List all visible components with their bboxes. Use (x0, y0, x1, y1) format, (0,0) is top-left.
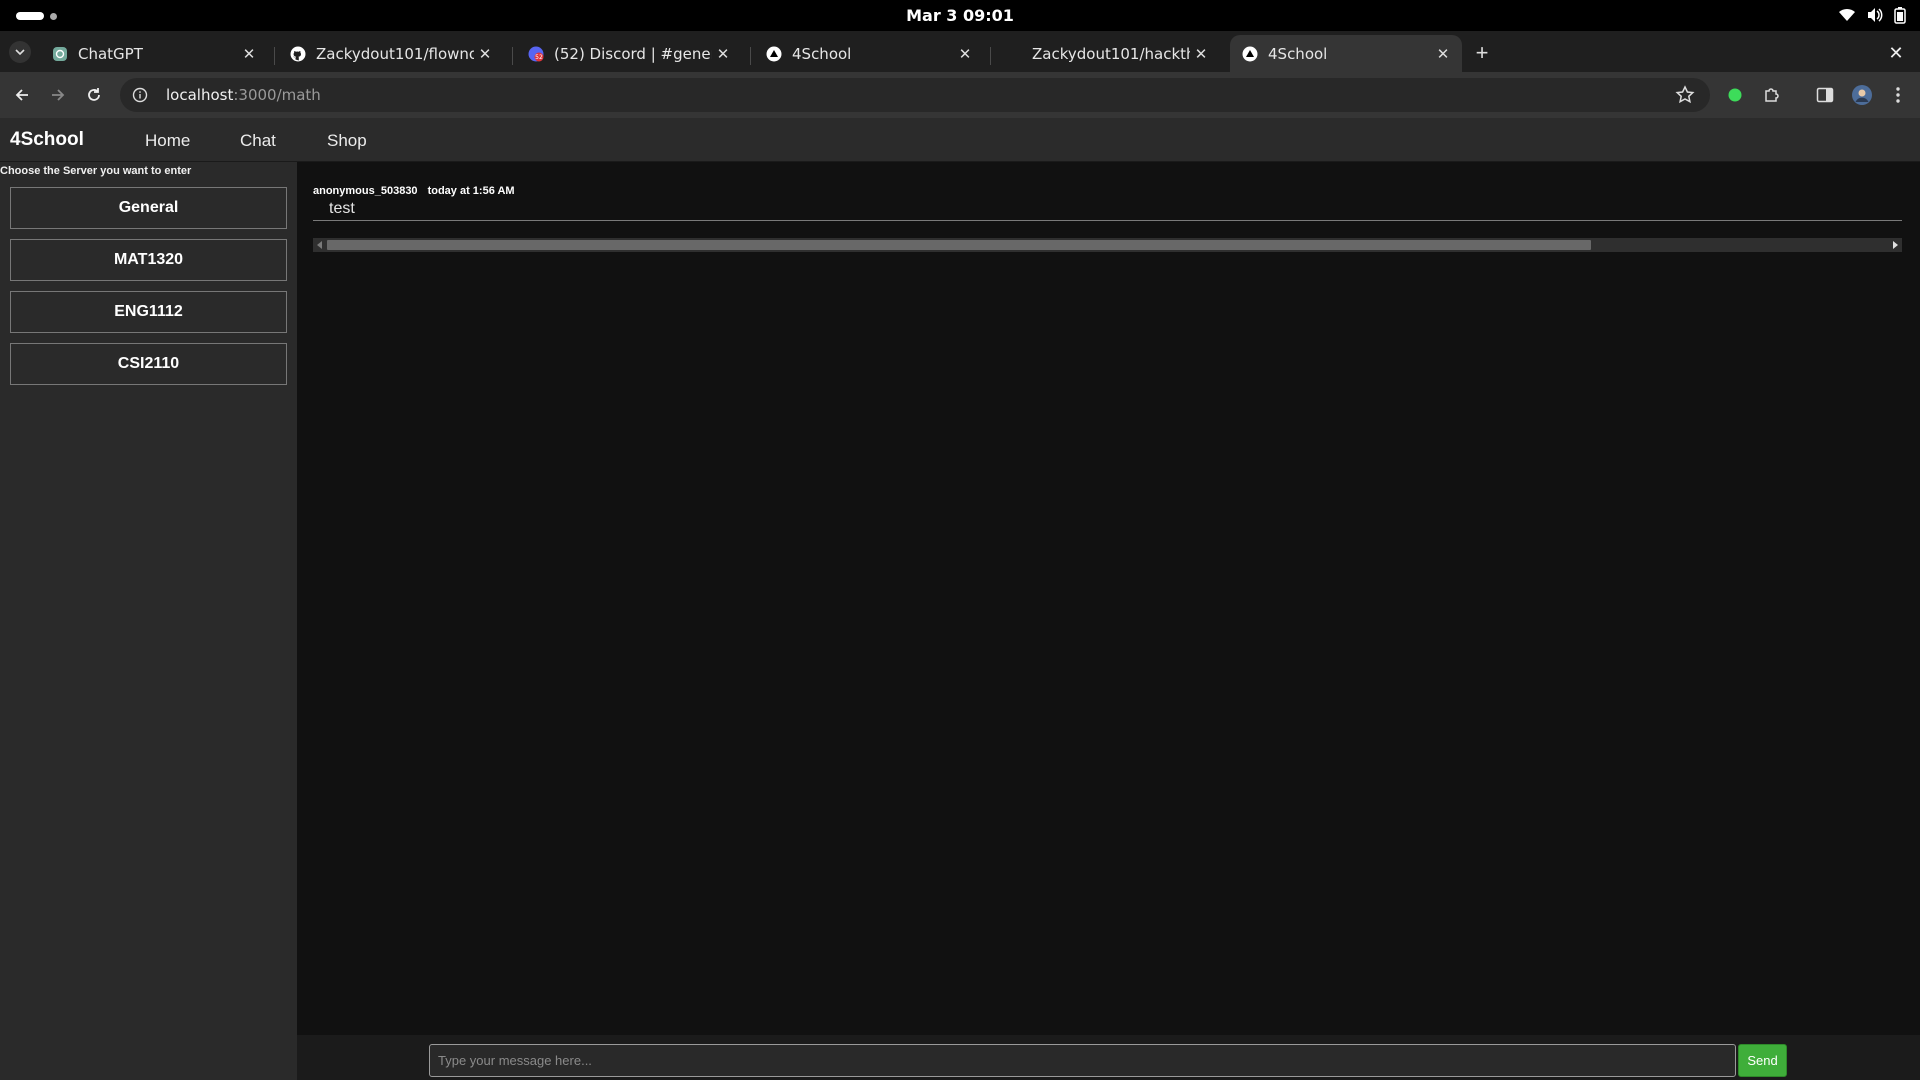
plus-icon: + (1475, 40, 1489, 65)
close-icon[interactable]: ✕ (238, 43, 260, 65)
browser-tab-4school-active[interactable]: 4School ✕ (1230, 35, 1462, 72)
message-input[interactable] (429, 1044, 1736, 1077)
close-icon[interactable]: ✕ (1432, 43, 1454, 65)
app-navbar: 4School Home Chat Shop (0, 118, 1920, 162)
scroll-right-arrow-icon[interactable] (1888, 238, 1902, 252)
sidebar-heading: Choose the Server you want to enter (0, 165, 192, 177)
tab-title: 4School (1268, 44, 1328, 63)
browser-tab-strip: ChatGPT ✕ Zackydout101/flownow ✕ 52 (52)… (0, 31, 1920, 72)
reload-button[interactable] (82, 83, 106, 107)
browser-tab-chatgpt[interactable]: ChatGPT ✕ (40, 35, 268, 72)
nav-link-home[interactable]: Home (145, 131, 190, 151)
app-brand[interactable]: 4School (10, 129, 84, 151)
arrow-right-icon (52, 89, 65, 101)
window-close-button[interactable]: ✕ (1884, 41, 1908, 65)
message-meta: anonymous_503830 today at 1:56 AM (313, 185, 515, 197)
close-icon[interactable]: ✕ (474, 43, 496, 65)
tab-title: ChatGPT (78, 44, 143, 63)
tab-search-button[interactable] (9, 41, 31, 63)
browser-tab-hackthon[interactable]: Zackydout101/hackthonv ✕ (994, 35, 1220, 72)
server-button-eng1112[interactable]: ENG1112 (10, 291, 287, 333)
svg-text:52: 52 (535, 54, 543, 61)
tab-title: Zackydout101/flownow (316, 44, 474, 63)
chevron-down-icon (15, 49, 25, 56)
server-button-csi2110[interactable]: CSI2110 (10, 343, 287, 385)
new-tab-button[interactable]: + (1470, 40, 1494, 65)
horizontal-scrollbar[interactable] (313, 238, 1902, 252)
bookmark-star-icon[interactable] (1674, 84, 1696, 106)
tab-separator (990, 47, 991, 65)
triangle-icon (1242, 46, 1258, 62)
nav-link-shop[interactable]: Shop (327, 131, 367, 151)
message-timestamp: today at 1:56 AM (427, 185, 515, 197)
github-icon (290, 46, 306, 62)
message-author: anonymous_503830 (313, 185, 418, 197)
close-icon: ✕ (1888, 42, 1904, 63)
address-bar[interactable]: localhost:3000/math (120, 78, 1710, 112)
browser-tab-discord[interactable]: 52 (52) Discord | #general | ✕ (516, 35, 742, 72)
arrow-left-icon (15, 89, 28, 101)
battery-icon (1894, 6, 1906, 24)
tab-separator (750, 47, 751, 65)
tab-title: Zackydout101/hackthonv (1032, 44, 1190, 63)
server-button-mat1320[interactable]: MAT1320 (10, 239, 287, 281)
tab-separator (512, 47, 513, 65)
extension-status-icon[interactable] (1723, 83, 1747, 107)
url-text: localhost:3000/math (166, 86, 321, 104)
browser-toolbar: localhost:3000/math (0, 72, 1920, 118)
close-icon[interactable]: ✕ (712, 43, 734, 65)
tab-title: 4School (792, 44, 852, 63)
os-clock[interactable]: Mar 3 09:01 (0, 6, 1920, 25)
chat-area: anonymous_503830 today at 1:56 AM test (297, 162, 1920, 1035)
nav-link-chat[interactable]: Chat (240, 131, 276, 151)
send-button[interactable]: Send (1738, 1044, 1787, 1077)
profile-avatar[interactable] (1850, 83, 1874, 107)
forward-button[interactable] (46, 83, 70, 107)
chatgpt-icon (52, 46, 68, 62)
scroll-left-arrow-icon[interactable] (313, 238, 327, 252)
close-icon[interactable]: ✕ (954, 43, 976, 65)
blank-favicon-icon (1006, 46, 1022, 62)
reload-icon (88, 88, 100, 101)
browser-tab-flownow[interactable]: Zackydout101/flownow ✕ (278, 35, 504, 72)
server-sidebar: Choose the Server you want to enter Gene… (0, 162, 297, 1080)
system-tray[interactable] (1838, 6, 1906, 24)
scrollbar-thumb[interactable] (327, 240, 1591, 250)
os-top-bar: Mar 3 09:01 (0, 0, 1920, 31)
browser-menu-icon[interactable] (1886, 83, 1910, 107)
wifi-icon (1838, 7, 1856, 23)
discord-icon: 52 (528, 46, 544, 62)
message-divider (313, 220, 1902, 221)
site-info-icon[interactable] (130, 85, 150, 105)
message-text: test (329, 200, 355, 217)
browser-tab-4school[interactable]: 4School ✕ (754, 35, 984, 72)
server-button-general[interactable]: General (10, 187, 287, 229)
triangle-icon (766, 46, 782, 62)
tab-title: (52) Discord | #general | (554, 44, 712, 63)
side-panel-icon[interactable] (1813, 83, 1837, 107)
volume-icon (1866, 7, 1884, 23)
extensions-puzzle-icon[interactable] (1760, 83, 1784, 107)
message-composer: Send (297, 1035, 1920, 1080)
close-icon[interactable]: ✕ (1190, 43, 1212, 65)
back-button[interactable] (10, 83, 34, 107)
tab-separator (274, 47, 275, 65)
